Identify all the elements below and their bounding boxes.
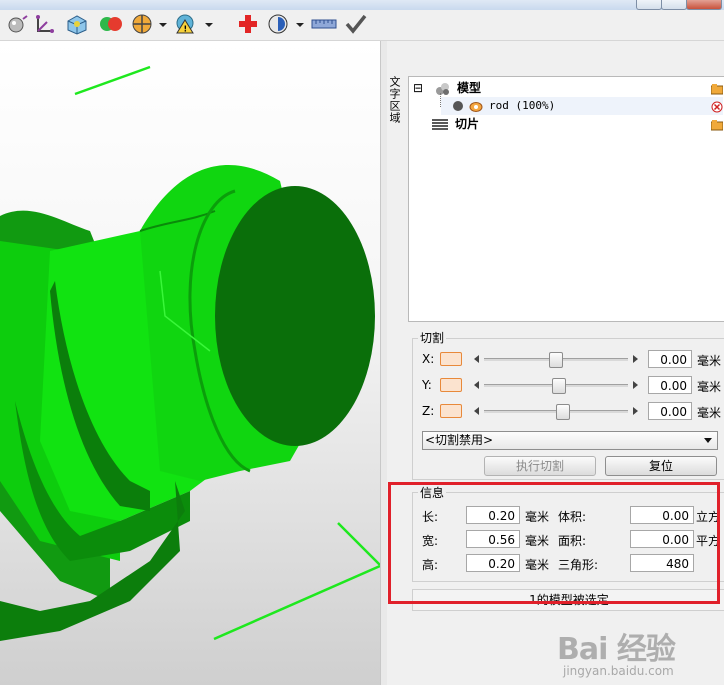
rod-dot-icon (453, 101, 463, 111)
slider-left-arrow-icon[interactable] (474, 407, 479, 415)
cut-mode-select[interactable]: <切割禁用> (422, 431, 718, 450)
cut-y-thumb[interactable] (551, 378, 566, 394)
cut-y-toggle[interactable] (440, 378, 462, 392)
repair-warning-icon[interactable]: ! (172, 13, 202, 35)
cut-x-slider[interactable] (472, 352, 640, 368)
tree-expander-icon[interactable]: ⊟ (413, 79, 423, 97)
watermark-logo: Bai 经验 (557, 632, 676, 667)
slice-icon (431, 118, 449, 137)
tree-item-rod[interactable]: rod (100%) (441, 97, 723, 115)
box-view-icon[interactable] (64, 13, 90, 35)
add-icon[interactable] (236, 13, 260, 35)
axis-icon[interactable] (32, 13, 56, 35)
slider-left-arrow-icon[interactable] (474, 355, 479, 363)
tree-item-slice[interactable]: 切片 (431, 115, 724, 133)
color-icon[interactable] (98, 13, 124, 35)
slider-right-arrow-icon[interactable] (633, 407, 638, 415)
cut-z-input[interactable]: 0.00 (648, 402, 692, 420)
baidu-watermark: Bai 经验 jingyan.baidu.com (553, 620, 724, 685)
open-folder-icon[interactable] (710, 82, 724, 95)
cut-x-unit: 毫米 (697, 354, 722, 368)
cut-z-toggle[interactable] (440, 404, 462, 418)
tree-rod-label: rod (100%) (489, 99, 556, 112)
close-window-button[interactable] (686, 0, 722, 10)
text-area-tab-label: 文字区域 (388, 76, 401, 124)
open-folder-icon[interactable] (710, 118, 724, 131)
cut-mode-value: <切割禁用> (425, 433, 494, 447)
cut-y-slider[interactable] (472, 378, 640, 394)
svg-text:!: ! (184, 25, 188, 34)
cut-y-input[interactable]: 0.00 (648, 376, 692, 394)
section-icon[interactable] (130, 13, 156, 35)
toolbar: ! (0, 10, 724, 41)
measure-dropdown-icon[interactable] (296, 23, 304, 27)
highlight-annotation (388, 482, 720, 604)
slider-left-arrow-icon[interactable] (474, 381, 479, 389)
cut-x-thumb[interactable] (549, 352, 563, 368)
cut-z-unit: 毫米 (697, 406, 722, 420)
section-dropdown-icon[interactable] (159, 23, 167, 27)
cut-z-slider[interactable] (472, 404, 640, 420)
maximize-button[interactable] (661, 0, 687, 10)
execute-cut-button[interactable]: 执行切割 (484, 456, 596, 476)
cut-z-thumb[interactable] (555, 404, 570, 420)
remove-icon[interactable] (711, 100, 723, 113)
repair-dropdown-icon[interactable] (205, 23, 213, 27)
tree-item-model[interactable]: ⊟ 模型 (413, 79, 724, 97)
rod-model-render[interactable] (0, 41, 380, 685)
tree-slice-label: 切片 (455, 117, 480, 131)
reset-button[interactable]: 复位 (605, 456, 717, 476)
check-icon[interactable] (344, 13, 368, 35)
cut-y-label: Y: (422, 378, 432, 392)
sphere-view-icon[interactable] (6, 13, 28, 35)
3d-viewport[interactable] (0, 41, 380, 685)
minimize-button[interactable] (636, 0, 662, 10)
cut-x-label: X: (422, 352, 435, 366)
measure-view-icon[interactable] (266, 13, 292, 35)
watermark-url: jingyan.baidu.com (563, 664, 674, 678)
slider-right-arrow-icon[interactable] (633, 381, 638, 389)
text-area-tab[interactable]: 文字区域 (386, 76, 404, 156)
cut-group-title: 切割 (418, 329, 447, 346)
chevron-down-icon[interactable] (704, 438, 712, 443)
cut-x-input[interactable]: 0.00 (648, 350, 692, 368)
cut-y-unit: 毫米 (697, 380, 722, 394)
cut-x-toggle[interactable] (440, 352, 462, 366)
tree-model-label: 模型 (457, 81, 482, 95)
cut-z-label: Z: (422, 404, 435, 418)
model-tree[interactable]: ⊟ 模型 rod (100%) 切片 (408, 76, 724, 322)
ruler-icon[interactable] (310, 13, 338, 35)
slider-right-arrow-icon[interactable] (633, 355, 638, 363)
